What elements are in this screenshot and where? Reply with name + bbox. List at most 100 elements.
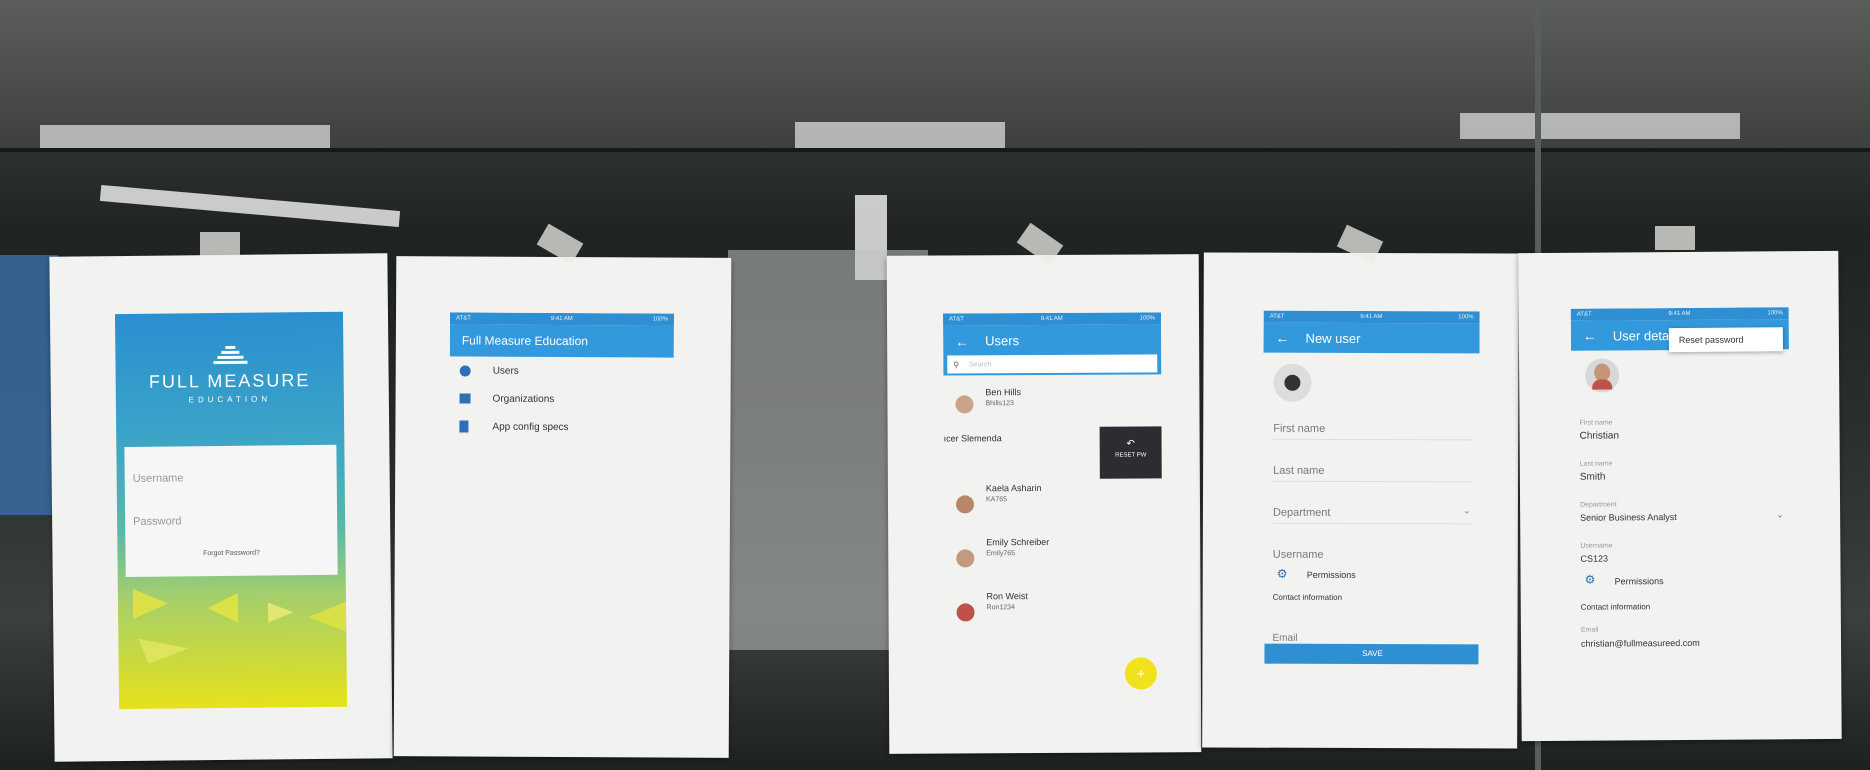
user-name: ıcer Slemenda bbox=[943, 433, 1002, 444]
undo-icon: ↶ bbox=[1126, 438, 1135, 450]
avatar bbox=[955, 495, 975, 514]
department-select[interactable]: Department bbox=[1273, 507, 1331, 519]
user-username: Emily765 bbox=[986, 550, 1016, 558]
gear-icon: ⚙ bbox=[1584, 572, 1596, 587]
forgot-password-link[interactable]: Forgot Password? bbox=[125, 549, 337, 558]
reset-password-menu-item[interactable]: Reset password bbox=[1679, 335, 1744, 345]
building-icon bbox=[459, 393, 471, 404]
menu-item-label: Users bbox=[492, 365, 519, 377]
department-select[interactable]: Senior Business Analyst bbox=[1580, 512, 1677, 523]
fab-plus-icon: + bbox=[1136, 665, 1146, 682]
overflow-menu: Reset password bbox=[1668, 327, 1783, 353]
login-screen: FULL MEASURE EDUCATION Username Password… bbox=[114, 311, 348, 710]
avatar bbox=[1585, 358, 1620, 393]
new-user-screen: AT&T 9:41 AM 100% ← New user First name … bbox=[1262, 310, 1480, 749]
paper-user-details: AT&T 9:41 AM 100% ← User deta Reset pass… bbox=[1518, 250, 1842, 742]
user-details-screen: AT&T 9:41 AM 100% ← User deta Reset pass… bbox=[1570, 307, 1792, 729]
first-name-field[interactable]: First name bbox=[1273, 423, 1325, 435]
user-name: Ron Weist bbox=[986, 591, 1028, 602]
menu-app-bar: Full Measure Education bbox=[449, 324, 674, 358]
divider bbox=[1273, 438, 1474, 441]
new-user-title: New user bbox=[1305, 330, 1361, 346]
username-label: Username bbox=[1580, 542, 1613, 550]
status-time: 9:41 AM bbox=[1360, 313, 1383, 321]
status-bar: AT&T 9:41 AM 100% bbox=[1263, 310, 1480, 324]
menu-item-label: App config specs bbox=[492, 421, 569, 433]
first-name-label: First name bbox=[1579, 419, 1613, 427]
menu-screen: AT&T 9:41 AM 100% Full Measure Education… bbox=[448, 312, 675, 663]
status-bar: AT&T 9:41 AM 100% bbox=[943, 312, 1162, 326]
avatar-placeholder[interactable] bbox=[1273, 363, 1312, 402]
password-field[interactable]: Password bbox=[133, 515, 181, 528]
chevron-down-icon: ⌄ bbox=[1776, 509, 1784, 520]
user-row[interactable]: Ben Hills Bhills123 bbox=[943, 382, 1161, 427]
user-username: Ron1234 bbox=[986, 604, 1015, 612]
permissions-link[interactable]: Permissions bbox=[1307, 570, 1356, 580]
ceiling-light bbox=[40, 125, 330, 150]
user-row[interactable]: Emily Schreiber Emily765 bbox=[944, 534, 1162, 579]
menu-item-label: Organizations bbox=[492, 393, 555, 405]
status-battery: 100% bbox=[652, 316, 668, 323]
last-name-field[interactable]: Last name bbox=[1273, 465, 1324, 477]
reset-pw-label: RESET PW bbox=[1115, 452, 1147, 459]
last-name-value[interactable]: Smith bbox=[1580, 472, 1606, 483]
contact-information-heading: Contact information bbox=[1580, 602, 1651, 612]
status-carrier: AT&T bbox=[455, 315, 471, 322]
divider bbox=[1272, 522, 1473, 525]
account-circle-icon bbox=[459, 364, 471, 377]
contact-information-heading: Contact information bbox=[1272, 592, 1343, 602]
reset-pw-button[interactable]: ↶ RESET PW bbox=[1099, 426, 1162, 479]
email-value[interactable]: christian@fullmeasureed.com bbox=[1581, 638, 1700, 649]
username-field[interactable]: Username bbox=[133, 472, 184, 485]
avatar bbox=[956, 603, 975, 622]
users-app-bar: ← Users ⚲ Search bbox=[943, 324, 1162, 376]
gear-icon: ⚙ bbox=[1276, 566, 1288, 581]
back-arrow-icon[interactable]: ← bbox=[1583, 328, 1599, 344]
user-row[interactable]: Ron Weist Ron1234 bbox=[944, 588, 1162, 633]
menu-item-users[interactable]: Users bbox=[450, 356, 674, 385]
users-title: Users bbox=[985, 333, 1020, 349]
first-name-value[interactable]: Christian bbox=[1580, 430, 1620, 441]
save-button[interactable]: SAVE bbox=[1264, 643, 1480, 665]
back-arrow-icon[interactable]: ← bbox=[955, 333, 971, 349]
username-value[interactable]: CS123 bbox=[1580, 554, 1608, 564]
add-user-fab[interactable]: + bbox=[1124, 657, 1157, 690]
email-field[interactable]: Email bbox=[1272, 633, 1297, 644]
permissions-link[interactable]: Permissions bbox=[1615, 576, 1664, 586]
window-frame bbox=[0, 148, 1870, 152]
status-time: 9:41 AM bbox=[550, 315, 573, 323]
paper-login: FULL MEASURE EDUCATION Username Password… bbox=[49, 253, 393, 762]
email-label: Email bbox=[1580, 626, 1599, 634]
user-details-title: User deta bbox=[1612, 327, 1670, 343]
status-carrier: AT&T bbox=[1269, 313, 1285, 320]
status-time: 9:41 AM bbox=[1668, 310, 1691, 318]
back-arrow-icon[interactable]: ← bbox=[1276, 330, 1292, 346]
avatar bbox=[956, 549, 975, 568]
paper-users: AT&T 9:41 AM 100% ← Users ⚲ Search Ben H… bbox=[886, 254, 1202, 754]
ceiling-light bbox=[1460, 113, 1740, 139]
document-icon bbox=[459, 420, 469, 433]
search-input[interactable]: ⚲ Search bbox=[947, 354, 1158, 374]
user-name: Kaela Asharin bbox=[985, 483, 1042, 494]
tape bbox=[200, 232, 240, 256]
department-label: Department bbox=[1580, 501, 1617, 509]
username-field[interactable]: Username bbox=[1273, 549, 1324, 561]
user-row[interactable]: Kaela Asharin KA765 bbox=[944, 480, 1162, 525]
status-battery: 100% bbox=[1458, 314, 1474, 321]
status-carrier: AT&T bbox=[1576, 311, 1592, 318]
user-row-swiped[interactable]: ıcer Slemenda ↶ RESET PW bbox=[943, 426, 1162, 479]
menu-title: Full Measure Education bbox=[461, 333, 588, 349]
chevron-down-icon: ⌄ bbox=[1462, 505, 1471, 516]
menu-item-organizations[interactable]: Organizations bbox=[449, 384, 673, 413]
search-placeholder: Search bbox=[969, 360, 992, 368]
divider bbox=[1273, 480, 1474, 483]
status-time: 9:41 AM bbox=[1040, 315, 1063, 323]
brand-subtitle: EDUCATION bbox=[188, 394, 272, 405]
tape bbox=[1655, 226, 1695, 250]
menu-item-app-config-specs[interactable]: App config specs bbox=[449, 412, 673, 441]
paper-new-user: AT&T 9:41 AM 100% ← New user First name … bbox=[1202, 252, 1519, 749]
user-username: KA765 bbox=[985, 496, 1008, 504]
paper-menu: AT&T 9:41 AM 100% Full Measure Education… bbox=[393, 256, 732, 758]
users-screen: AT&T 9:41 AM 100% ← Users ⚲ Search Ben H… bbox=[943, 312, 1163, 733]
user-name: Ben Hills bbox=[985, 387, 1021, 398]
